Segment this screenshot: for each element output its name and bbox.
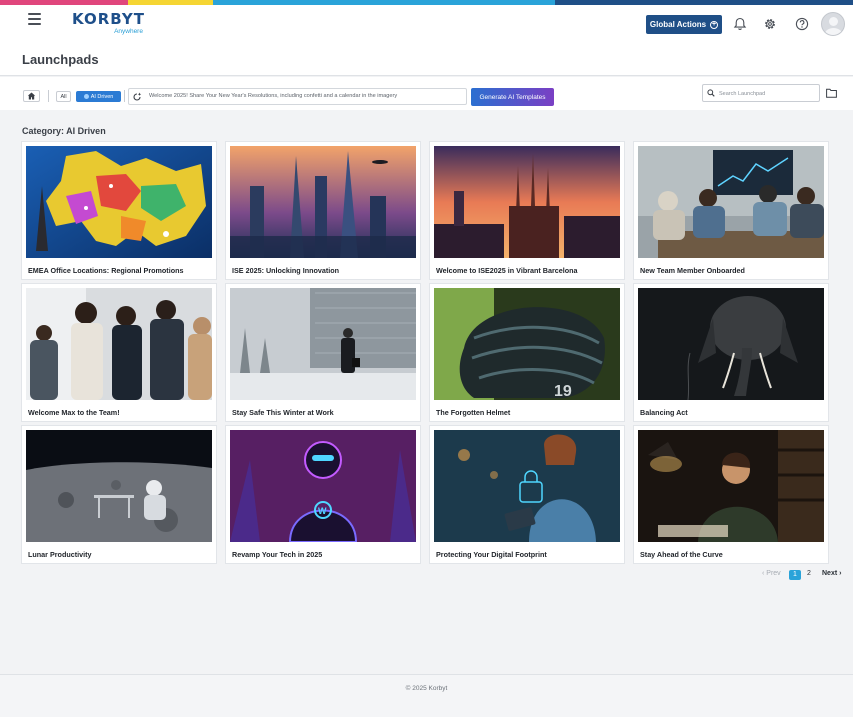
help-icon[interactable] bbox=[795, 17, 809, 31]
card-title: Welcome to ISE2025 in Vibrant Barcelona bbox=[436, 266, 578, 275]
bell-icon[interactable] bbox=[733, 17, 747, 31]
search-launchpad-field[interactable] bbox=[702, 84, 820, 102]
home-icon bbox=[27, 92, 36, 100]
ai-dot-icon bbox=[83, 94, 89, 99]
filter-all-chip[interactable]: All bbox=[56, 91, 71, 102]
pagination-page-1[interactable]: 1 bbox=[789, 570, 801, 580]
card-thumbnail bbox=[26, 146, 212, 258]
generate-ai-templates-button[interactable]: Generate AI Templates bbox=[471, 88, 554, 106]
card-title: Stay Safe This Winter at Work bbox=[232, 408, 334, 417]
launchpad-card[interactable]: Stay Safe This Winter at Work bbox=[226, 284, 420, 421]
generate-label: Generate AI Templates bbox=[479, 93, 546, 101]
search-icon bbox=[707, 89, 715, 97]
page-title: Launchpads bbox=[22, 52, 99, 67]
card-title: Protecting Your Digital Footprint bbox=[436, 550, 547, 559]
page-title-bar: Launchpads bbox=[0, 41, 853, 76]
filter-ai-driven-chip[interactable]: AI Driven bbox=[76, 91, 121, 102]
launchpad-card[interactable]: W Revamp Your Tech in 2025 bbox=[226, 426, 420, 563]
toolbar-divider bbox=[48, 90, 49, 102]
folder-icon[interactable] bbox=[826, 88, 837, 98]
card-thumbnail bbox=[434, 146, 620, 258]
svg-text:19: 19 bbox=[554, 383, 572, 400]
pagination-page-2[interactable]: 2 bbox=[807, 570, 811, 580]
hamburger-icon[interactable] bbox=[28, 13, 41, 25]
svg-text:W: W bbox=[318, 506, 327, 516]
page-footer: © 2025 Korbyt bbox=[0, 674, 853, 717]
card-title: Welcome Max to the Team! bbox=[28, 408, 120, 417]
card-title: Balancing Act bbox=[640, 408, 688, 417]
gear-icon[interactable] bbox=[763, 17, 777, 31]
card-thumbnail bbox=[638, 288, 824, 400]
launchpad-card[interactable]: Balancing Act bbox=[634, 284, 828, 421]
filter-ai-label: AI Driven bbox=[90, 93, 114, 100]
pagination-prev[interactable]: ‹ Prev bbox=[762, 570, 781, 580]
plus-circle-icon: + bbox=[710, 20, 719, 29]
card-thumbnail bbox=[26, 430, 212, 542]
card-title: New Team Member Onboarded bbox=[640, 266, 745, 275]
card-thumbnail bbox=[434, 430, 620, 542]
card-title: Stay Ahead of the Curve bbox=[640, 550, 723, 559]
card-title: The Forgotten Helmet bbox=[436, 408, 511, 417]
card-thumbnail bbox=[26, 288, 212, 400]
card-title: Lunar Productivity bbox=[28, 550, 92, 559]
toolbar-divider bbox=[124, 90, 125, 102]
pagination-next[interactable]: Next › bbox=[822, 570, 841, 580]
card-thumbnail bbox=[230, 288, 416, 400]
card-thumbnail bbox=[638, 146, 824, 258]
launchpad-card[interactable]: 19 The Forgotten Helmet bbox=[430, 284, 624, 421]
launchpad-card[interactable]: EMEA Office Locations: Regional Promotio… bbox=[22, 142, 216, 279]
launchpad-toolbar: All AI Driven Welcome 2025! Share Your N… bbox=[0, 77, 853, 110]
top-nav-bar: KORBYT Anywhere Global Actions + bbox=[0, 5, 853, 41]
card-thumbnail bbox=[638, 430, 824, 542]
ai-prompt-text: Welcome 2025! Share Your New Year's Reso… bbox=[149, 93, 398, 99]
launchpad-card[interactable]: Welcome to ISE2025 in Vibrant Barcelona bbox=[430, 142, 624, 279]
card-thumbnail: 19 bbox=[434, 288, 620, 400]
footer-copyright: © 2025 Korbyt bbox=[405, 685, 448, 692]
card-title: EMEA Office Locations: Regional Promotio… bbox=[28, 266, 184, 275]
user-avatar[interactable] bbox=[821, 12, 845, 36]
card-thumbnail: W bbox=[230, 430, 416, 542]
card-thumbnail bbox=[230, 146, 416, 258]
launchpad-card[interactable]: ISE 2025: Unlocking Innovation bbox=[226, 142, 420, 279]
launchpad-card[interactable]: Protecting Your Digital Footprint bbox=[430, 426, 624, 563]
launchpad-card[interactable]: Lunar Productivity bbox=[22, 426, 216, 563]
ai-prompt-input[interactable]: Welcome 2025! Share Your New Year's Reso… bbox=[128, 88, 467, 105]
card-title: Revamp Your Tech in 2025 bbox=[232, 550, 323, 559]
launchpad-card[interactable]: New Team Member Onboarded bbox=[634, 142, 828, 279]
logo-text: KORBYT bbox=[72, 10, 145, 28]
filter-all-label: All bbox=[60, 93, 67, 100]
card-title: ISE 2025: Unlocking Innovation bbox=[232, 266, 340, 275]
search-input[interactable] bbox=[719, 88, 817, 99]
logo-subtext: Anywhere bbox=[114, 28, 143, 35]
category-heading: Category: AI Driven bbox=[22, 126, 106, 136]
launchpad-card[interactable]: Welcome Max to the Team! bbox=[22, 284, 216, 421]
home-button[interactable] bbox=[23, 90, 40, 102]
global-actions-button[interactable]: Global Actions + bbox=[646, 15, 722, 34]
launchpad-card[interactable]: Stay Ahead of the Curve bbox=[634, 426, 828, 563]
global-actions-label: Global Actions bbox=[649, 20, 707, 29]
ai-sparkle-icon bbox=[133, 92, 142, 101]
korbyt-logo[interactable]: KORBYT Anywhere bbox=[72, 12, 145, 36]
